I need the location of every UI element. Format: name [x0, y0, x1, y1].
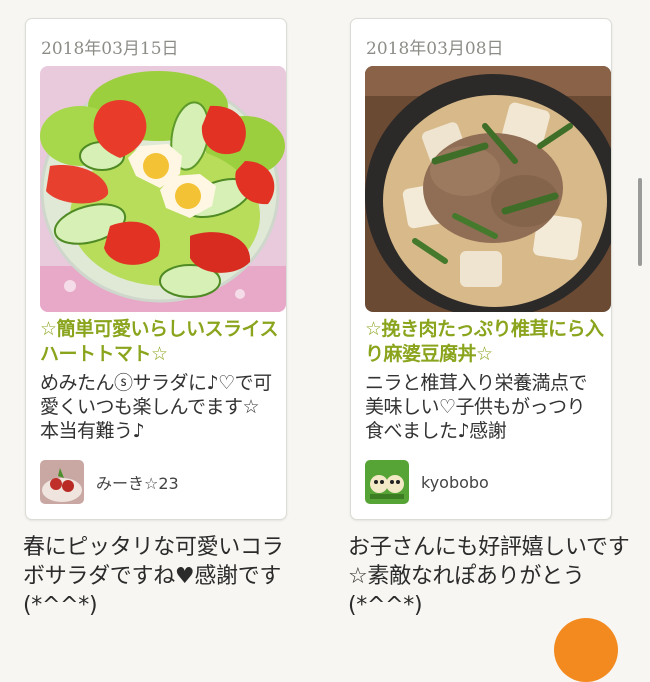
scrollbar[interactable] — [638, 178, 642, 266]
report-author[interactable]: みーき☆23 — [40, 459, 179, 505]
report-date: 2018年03月15日 — [41, 39, 179, 59]
report-card-1[interactable]: 2018年03月15日 ☆簡単可愛いらしいスライスハートトマト☆ めみたんⓢサラ… — [25, 18, 287, 520]
mapo-tofu-photo-image — [365, 66, 611, 312]
avatar-image — [365, 460, 409, 504]
report-date: 2018年03月08日 — [366, 39, 504, 59]
report-description: ニラと椎茸入り栄養満点で美味しい♡子供もがっつり食べました♪感謝 — [365, 372, 588, 442]
report-card-2[interactable]: 2018年03月08日 ☆挽き肉たっぷり椎茸にら入り麻婆豆腐丼☆ ニラと椎茸入り… — [350, 18, 612, 520]
reply-comment: お子さんにも好評嬉しいです☆素敵なれぽありがとう(*^^*) — [348, 535, 630, 618]
reply-comment: 春にピッタリな可愛いコラボサラダですね♥感謝です(*^^*) — [23, 535, 284, 618]
avatar-image — [40, 460, 84, 504]
report-photo[interactable] — [40, 66, 286, 312]
author-name[interactable]: kyobobo — [421, 473, 489, 492]
recipe-title-link[interactable]: ☆挽き肉たっぷり椎茸にら入り麻婆豆腐丼☆ — [365, 317, 605, 367]
report-description: めみたんⓢサラダに♪♡で可愛くいつも楽しんでます☆本当有難う♪ — [40, 372, 272, 442]
salad-photo-image — [40, 66, 286, 312]
recipe-title-link[interactable]: ☆簡単可愛いらしいスライスハートトマト☆ — [40, 317, 280, 367]
author-name[interactable]: みーき☆23 — [96, 470, 179, 494]
floating-action-button[interactable] — [554, 618, 618, 682]
report-photo[interactable] — [365, 66, 611, 312]
author-avatar[interactable] — [365, 460, 409, 504]
author-avatar[interactable] — [40, 460, 84, 504]
report-author[interactable]: kyobobo — [365, 459, 489, 505]
